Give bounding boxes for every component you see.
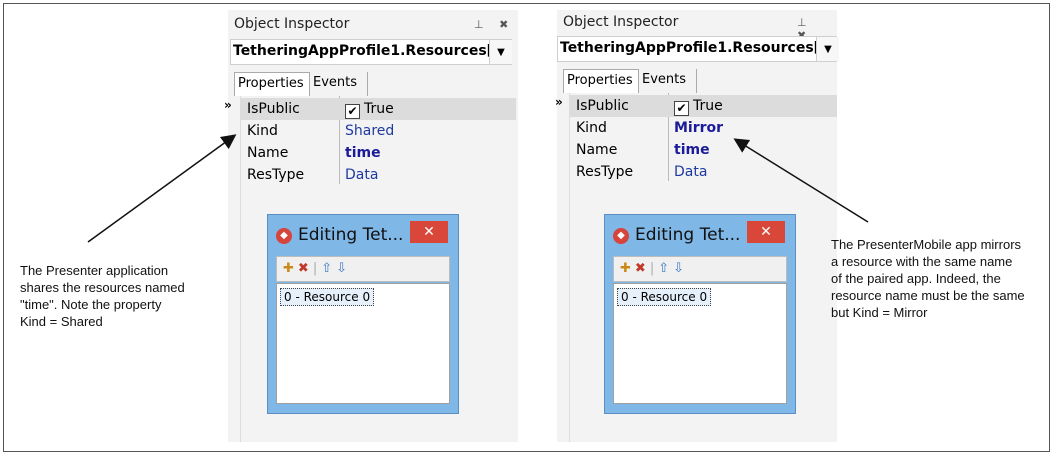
separator: | [312, 261, 318, 276]
list-item[interactable]: 0 - Resource 0 [617, 288, 712, 306]
inspector-tabs: Properties Events [563, 69, 835, 93]
move-up-icon[interactable]: ⇧ [321, 257, 332, 281]
app-logo-icon: ◆ [613, 228, 629, 244]
property-name: Name [247, 145, 289, 161]
object-selector-combo[interactable]: TetheringAppProfile1.Resources[0] ▼ [557, 36, 839, 62]
left-object-inspector: Object Inspector ⊥ ✖ TetheringAppProfile… [224, 10, 518, 442]
property-value[interactable]: Data [345, 164, 378, 186]
property-name: Name [576, 142, 618, 158]
property-name: Kind [576, 120, 607, 136]
property-row-restype[interactable]: ResType Data [570, 161, 837, 183]
chevron-down-icon[interactable]: ▼ [489, 40, 512, 64]
add-item-icon[interactable]: ✚ [620, 257, 631, 281]
property-row-restype[interactable]: ResType Data [241, 164, 516, 186]
dialog-toolbar: ✚ ✖ | ⇧ ⇩ [613, 256, 787, 282]
property-name: ResType [247, 167, 305, 183]
property-value[interactable]: ✔ True [674, 95, 723, 117]
checkbox-label: True [364, 101, 394, 117]
property-value[interactable]: time [345, 142, 381, 164]
app-logo-icon: ◆ [276, 228, 292, 244]
dialog-title: Editing Tet... [298, 225, 404, 245]
property-value[interactable]: time [674, 139, 710, 161]
dialog-title: Editing Tet... [635, 225, 741, 245]
editing-dialog: ◆ Editing Tet... ✕ ✚ ✖ | ⇧ ⇩ 0 - Resource 0 [604, 214, 796, 414]
grid-gutter [557, 93, 570, 442]
list-item[interactable]: 0 - Resource 0 [280, 288, 375, 306]
inspector-tabs: Properties Events [234, 72, 514, 96]
move-down-icon[interactable]: ⇩ [673, 257, 684, 281]
property-name: Kind [247, 123, 278, 139]
object-selector-combo[interactable]: TetheringAppProfile1.Resources[0] ▼ [230, 39, 512, 65]
move-down-icon[interactable]: ⇩ [336, 257, 347, 281]
inspector-title: Object Inspector [563, 14, 679, 30]
close-button[interactable]: ✕ [747, 221, 785, 243]
add-item-icon[interactable]: ✚ [283, 257, 294, 281]
object-selector-text: TetheringAppProfile1.Resources[0] [560, 40, 837, 56]
delete-item-icon[interactable]: ✖ [298, 257, 309, 281]
close-button[interactable]: ✕ [410, 221, 448, 243]
checkbox-label: True [693, 98, 723, 114]
image-frame [3, 3, 1050, 452]
tab-events[interactable]: Events [639, 69, 697, 93]
tab-properties[interactable]: Properties [234, 72, 310, 96]
property-name: IsPublic [576, 98, 629, 114]
property-value[interactable]: ✔ True [345, 98, 394, 120]
row-indicator-icon: » [224, 98, 232, 112]
property-row-ispublic[interactable]: IsPublic ✔ True [241, 98, 516, 120]
checkbox-icon[interactable]: ✔ [345, 104, 360, 119]
property-value[interactable]: Mirror [674, 117, 723, 139]
property-row-kind[interactable]: Kind Shared [241, 120, 516, 142]
inspector-title: Object Inspector [234, 16, 350, 32]
object-selector-text: TetheringAppProfile1.Resources[0] [233, 43, 510, 59]
right-object-inspector: Object Inspector ⊥ ✖ TetheringAppProfile… [555, 10, 839, 442]
move-up-icon[interactable]: ⇧ [658, 257, 669, 281]
editing-dialog: ◆ Editing Tet... ✕ ✚ ✖ | ⇧ ⇩ 0 - Resource 0 [267, 214, 459, 414]
property-row-ispublic[interactable]: IsPublic ✔ True [570, 95, 837, 117]
row-indicator-icon: » [555, 95, 563, 109]
separator: | [649, 261, 655, 276]
left-annotation: The Presenter application shares the res… [20, 263, 185, 329]
grid-gutter [228, 96, 241, 442]
pin-close-icons[interactable]: ⊥ ✖ [474, 18, 514, 31]
delete-item-icon[interactable]: ✖ [635, 257, 646, 281]
property-name: ResType [576, 164, 634, 180]
property-row-name[interactable]: Name time [570, 139, 837, 161]
collection-list: 0 - Resource 0 [613, 283, 787, 404]
chevron-down-icon[interactable]: ▼ [816, 37, 839, 61]
collection-list: 0 - Resource 0 [276, 283, 450, 404]
tab-events[interactable]: Events [310, 72, 368, 96]
dialog-toolbar: ✚ ✖ | ⇧ ⇩ [276, 256, 450, 282]
property-row-name[interactable]: Name time [241, 142, 516, 164]
property-value[interactable]: Shared [345, 120, 394, 142]
property-value[interactable]: Data [674, 161, 707, 183]
checkbox-icon[interactable]: ✔ [674, 101, 689, 116]
property-name: IsPublic [247, 101, 300, 117]
tab-properties[interactable]: Properties [563, 69, 639, 93]
property-row-kind[interactable]: Kind Mirror [570, 117, 837, 139]
right-annotation: The PresenterMobile app mirrors a resour… [831, 237, 1025, 320]
